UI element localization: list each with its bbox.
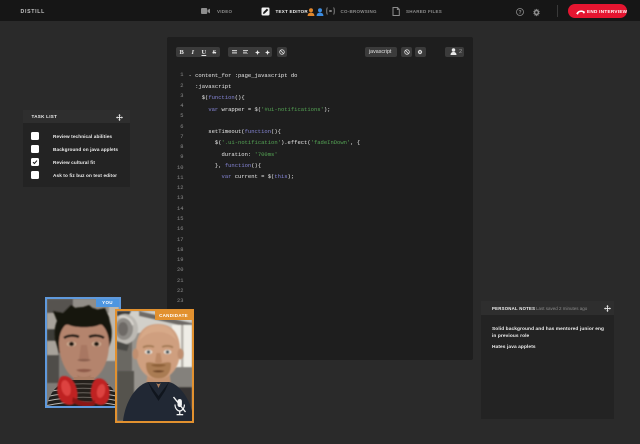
svg-text:?: ? [518, 10, 521, 16]
